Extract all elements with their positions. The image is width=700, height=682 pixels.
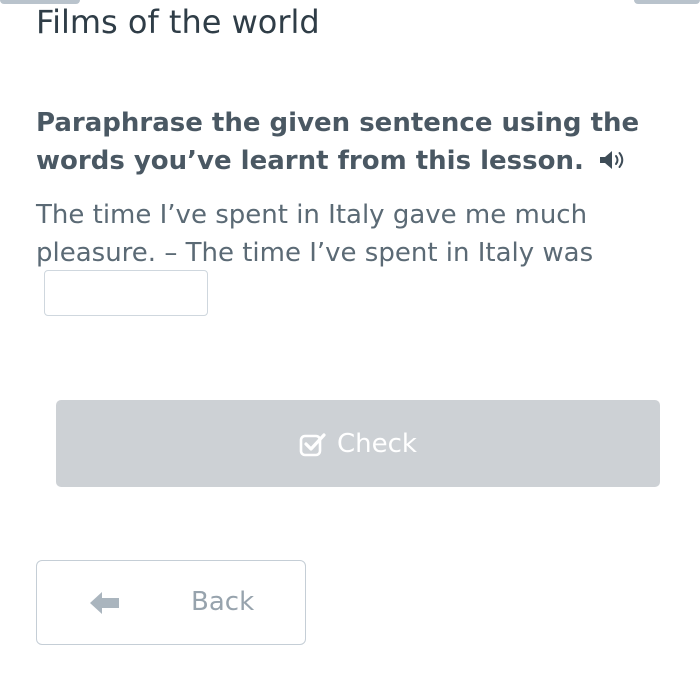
exercise-sentence: The time I’ve spent in Italy gave me muc… (36, 200, 594, 268)
check-square-icon (299, 432, 326, 456)
top-tab-right[interactable] (634, 0, 700, 4)
exercise-page: Films of the world Paraphrase the given … (0, 0, 700, 682)
instruction-text: Paraphrase the given sentence using the … (36, 108, 640, 176)
answer-input[interactable] (44, 270, 208, 316)
page-title: Films of the world (36, 3, 320, 41)
exercise-instruction: Paraphrase the given sentence using the … (36, 104, 656, 180)
arrow-left-icon (90, 592, 119, 614)
check-button[interactable]: Check (56, 400, 660, 487)
check-label: Check (337, 428, 417, 459)
back-label: Back (191, 587, 255, 617)
speaker-icon[interactable] (598, 149, 628, 171)
back-button[interactable]: Back (36, 560, 306, 645)
